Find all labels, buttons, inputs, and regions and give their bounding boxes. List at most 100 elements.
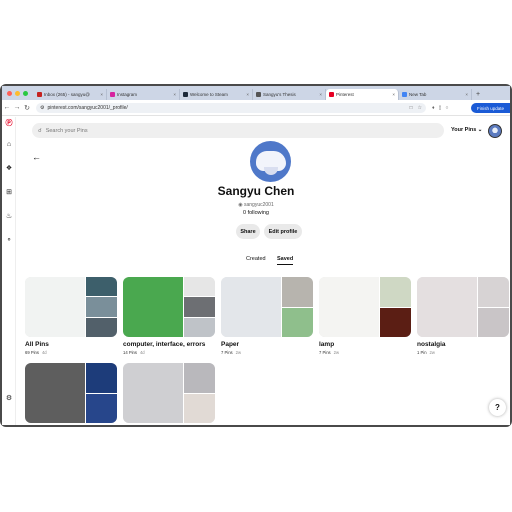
- tab-label: Instagram: [117, 92, 138, 97]
- board-card[interactable]: Paper 7 Pins 2w: [221, 277, 313, 355]
- profile-handle: ◉ sangyuc2001: [2, 202, 510, 208]
- messages-chat-icon[interactable]: ⚬: [5, 237, 13, 245]
- board-card[interactable]: computer, interface, errors 14 Pins 4d: [123, 277, 215, 355]
- tab-favicon-icon: [37, 92, 42, 97]
- tab-strip: Inbox (265) - sangyu@ × Instagram × Welcome …: [2, 86, 510, 100]
- close-tab-icon[interactable]: ×: [100, 92, 103, 97]
- board-meta: 1 Pin 2w: [417, 350, 509, 355]
- board-title: Paper: [221, 341, 240, 348]
- browser-tab[interactable]: Pinterest ×: [326, 89, 399, 100]
- board-age: 4d: [41, 350, 47, 355]
- site-info-icon[interactable]: ⚙: [40, 105, 44, 111]
- new-tab-button[interactable]: +: [472, 91, 484, 100]
- board-card[interactable]: [123, 363, 215, 423]
- board-card[interactable]: nostalgia 1 Pin 2w: [417, 277, 509, 355]
- side-panel-icon[interactable]: ▯: [439, 105, 442, 111]
- board-cover-image[interactable]: [417, 277, 509, 337]
- tab-favicon-icon: [256, 92, 261, 97]
- back-arrow-icon[interactable]: ←: [2, 104, 12, 111]
- profile-avatar: [250, 141, 291, 182]
- close-tab-icon[interactable]: ×: [319, 92, 322, 97]
- search-icon: ☌: [38, 127, 42, 134]
- bookmark-star-icon[interactable]: ☆: [418, 105, 422, 111]
- browser-tab[interactable]: Sangyu's Thesis ×: [253, 89, 326, 100]
- board-cover-image[interactable]: [123, 363, 215, 423]
- forward-arrow-icon[interactable]: →: [12, 104, 22, 111]
- url-field[interactable]: ⚙ pinterest.com/sangyuc2001/_profile/ □ …: [36, 102, 426, 113]
- account-avatar[interactable]: [488, 124, 502, 138]
- browser-tab[interactable]: Welcome to Steam ×: [180, 89, 253, 100]
- following-count[interactable]: 0 following: [2, 210, 510, 216]
- board-card[interactable]: [25, 363, 117, 423]
- home-icon[interactable]: ⌂: [5, 141, 13, 149]
- board-meta: 7 Pins 2w: [221, 350, 313, 355]
- back-arrow-button[interactable]: ←: [32, 152, 41, 162]
- board-title: All Pins: [25, 341, 49, 348]
- tab-created[interactable]: Created: [246, 256, 266, 262]
- extensions-puzzle-icon[interactable]: ♦: [432, 105, 435, 111]
- handle-text: sangyuc2001: [244, 202, 274, 208]
- maximize-window-button[interactable]: [23, 91, 28, 96]
- minimize-window-button[interactable]: [15, 91, 20, 96]
- pinterest-logo-icon[interactable]: Ⓟ: [5, 120, 13, 128]
- your-pins-dropdown[interactable]: Your Pins ⌄: [451, 127, 482, 133]
- chevron-down-icon: ⌄: [477, 127, 483, 133]
- tab-favicon-icon: [329, 92, 334, 97]
- board-age: 2w: [235, 350, 241, 355]
- board-age: 2w: [333, 350, 339, 355]
- profile-name: Sangyu Chen: [217, 184, 295, 198]
- board-cover-image[interactable]: [25, 363, 117, 423]
- edit-profile-button[interactable]: Edit profile: [264, 224, 302, 239]
- url-text: pinterest.com/sangyuc2001/_profile/: [47, 104, 128, 111]
- browser-tab[interactable]: New Tab ×: [399, 89, 472, 100]
- pin-count: 69 Pins: [25, 350, 39, 355]
- tab-favicon-icon: [402, 92, 407, 97]
- address-bar: ← → ↻ ⚙ pinterest.com/sangyuc2001/_profi…: [2, 100, 510, 116]
- browser-tab[interactable]: Instagram ×: [107, 89, 180, 100]
- board-card[interactable]: All Pins 69 Pins 4d: [25, 277, 117, 355]
- tab-label: Pinterest: [336, 92, 354, 97]
- window-controls: [2, 91, 34, 100]
- pin-count: 7 Pins: [319, 350, 331, 355]
- board-cover-image[interactable]: [221, 277, 313, 337]
- help-button[interactable]: ?: [489, 399, 506, 416]
- tab-label: New Tab: [409, 92, 427, 97]
- laptop-screen-frame: Inbox (265) - sangyu@ × Instagram × Welcome …: [0, 84, 512, 427]
- board-age: 2w: [429, 350, 435, 355]
- tab-label: Welcome to Steam: [190, 92, 228, 97]
- board-meta: 7 Pins 2w: [319, 350, 411, 355]
- explore-compass-icon[interactable]: ❖: [5, 165, 13, 173]
- board-title: computer, interface, errors: [123, 341, 206, 348]
- search-your-pins-input[interactable]: ☌ Search your Pins: [32, 123, 444, 138]
- pinterest-small-icon: ◉: [238, 202, 243, 208]
- share-button[interactable]: Share: [236, 224, 260, 239]
- board-meta: 69 Pins 4d: [25, 350, 117, 355]
- settings-gear-icon[interactable]: ⚙: [5, 395, 13, 403]
- close-tab-icon[interactable]: ×: [246, 92, 249, 97]
- extensions-area: ♦ ▯ ○: [432, 105, 448, 111]
- profile-circle-icon[interactable]: ○: [445, 105, 448, 111]
- close-tab-icon[interactable]: ×: [392, 92, 395, 97]
- tab-saved[interactable]: Saved: [277, 256, 294, 265]
- finish-update-button[interactable]: Finish update: [470, 103, 510, 113]
- board-title: nostalgia: [417, 341, 446, 348]
- close-tab-icon[interactable]: ×: [173, 92, 176, 97]
- board-cover-image[interactable]: [123, 277, 215, 337]
- board-title: lamp: [319, 341, 335, 348]
- tab-favicon-icon: [110, 92, 115, 97]
- board-card[interactable]: lamp 7 Pins 2w: [319, 277, 411, 355]
- browser-tab[interactable]: Inbox (265) - sangyu@ ×: [34, 89, 107, 100]
- close-tab-icon[interactable]: ×: [465, 92, 468, 97]
- left-nav-rail: Ⓟ ⌂ ❖ ⊞ ♨ ⚬ ⚙: [2, 117, 16, 425]
- board-cover-image[interactable]: [319, 277, 411, 337]
- browser-window: Inbox (265) - sangyu@ × Instagram × Welcome …: [2, 86, 510, 425]
- pin-count: 7 Pins: [221, 350, 233, 355]
- close-window-button[interactable]: [7, 91, 12, 96]
- your-pins-label: Your Pins: [451, 127, 477, 133]
- install-app-icon[interactable]: □: [409, 105, 412, 111]
- reload-icon[interactable]: ↻: [22, 104, 32, 112]
- tab-label: Inbox (265) - sangyu@: [44, 92, 90, 97]
- board-age: 4d: [139, 350, 145, 355]
- board-cover-image[interactable]: [25, 277, 117, 337]
- search-placeholder: Search your Pins: [45, 127, 88, 134]
